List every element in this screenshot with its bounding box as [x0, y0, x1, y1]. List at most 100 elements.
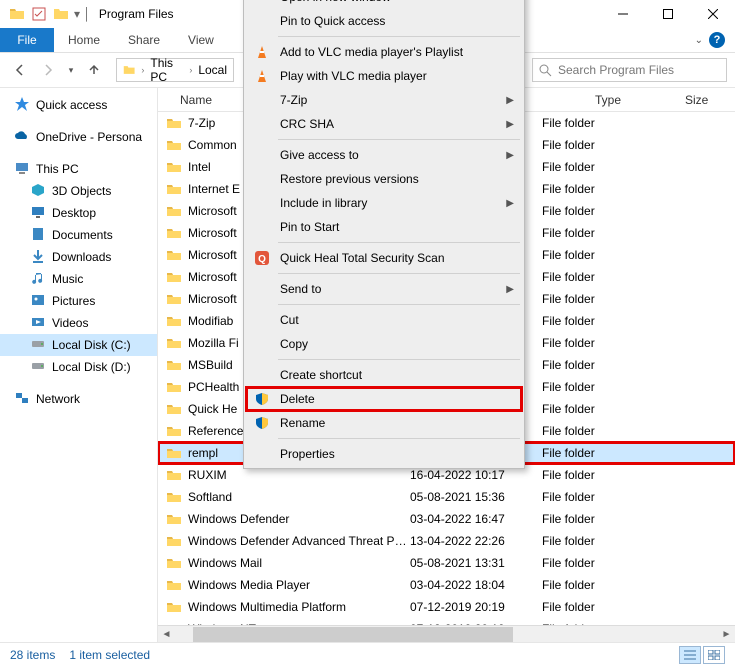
ctx-pin-to-quick-access[interactable]: Pin to Quick access	[246, 9, 522, 33]
sidebar-item-this-pc[interactable]: This PC	[0, 158, 157, 180]
breadcrumb-local[interactable]: Local	[198, 63, 227, 77]
ctx-open-in-new-window[interactable]: Open in new window	[246, 0, 522, 9]
table-row[interactable]: Windows Mail05-08-2021 13:31File folder	[158, 552, 735, 574]
sidebar-item-videos[interactable]: Videos	[0, 312, 157, 334]
close-button[interactable]	[690, 0, 735, 28]
details-view-button[interactable]	[679, 646, 701, 664]
maximize-button[interactable]	[645, 0, 690, 28]
file-type: File folder	[542, 424, 642, 438]
minimize-button[interactable]	[600, 0, 645, 28]
sidebar-item-downloads[interactable]: Downloads	[0, 246, 157, 268]
folder-icon	[166, 445, 182, 461]
sidebar-item-onedrive-persona[interactable]: OneDrive - Persona	[0, 126, 157, 148]
scrollbar-thumb[interactable]	[193, 627, 513, 642]
table-row[interactable]: Windows Defender Advanced Threat Prot...…	[158, 530, 735, 552]
search-input[interactable]: Search Program Files	[532, 58, 727, 82]
ctx-copy[interactable]: Copy	[246, 332, 522, 356]
breadcrumb-pc[interactable]: This PC	[150, 56, 183, 84]
ctx-give-access-to[interactable]: Give access to▶	[246, 143, 522, 167]
address-bar[interactable]: › This PC › Local	[116, 58, 234, 82]
table-row[interactable]: Windows Media Player03-04-2022 18:04File…	[158, 574, 735, 596]
back-button[interactable]	[8, 58, 32, 82]
table-row[interactable]: Windows Defender03-04-2022 16:47File fol…	[158, 508, 735, 530]
file-type: File folder	[542, 182, 642, 196]
folder-icon	[166, 137, 182, 153]
ctx-pin-to-start[interactable]: Pin to Start	[246, 215, 522, 239]
sidebar-item-local-disk-c-[interactable]: Local Disk (C:)	[0, 334, 157, 356]
table-row[interactable]: Softland05-08-2021 15:36File folder	[158, 486, 735, 508]
sidebar-item-music[interactable]: Music	[0, 268, 157, 290]
disk-icon	[30, 358, 46, 377]
ctx-label: 7-Zip	[280, 93, 307, 107]
folder-icon	[166, 203, 182, 219]
sidebar-item-quick-access[interactable]: Quick access	[0, 94, 157, 116]
ctx-delete[interactable]: Delete	[246, 387, 522, 411]
file-tab[interactable]: File	[0, 28, 54, 52]
ctx-send-to[interactable]: Send to▶	[246, 277, 522, 301]
ctx-label: Create shortcut	[280, 368, 362, 382]
folder-icon	[166, 313, 182, 329]
ctx-restore-previous-versions[interactable]: Restore previous versions	[246, 167, 522, 191]
status-selection: 1 item selected	[69, 648, 150, 662]
folder-icon	[166, 335, 182, 351]
doc-icon	[30, 226, 46, 245]
file-type: File folder	[542, 226, 642, 240]
sidebar-item-documents[interactable]: Documents	[0, 224, 157, 246]
qat-properties-icon[interactable]	[30, 5, 48, 23]
ctx-label: CRC SHA	[280, 117, 334, 131]
ctx-label: Copy	[280, 337, 308, 351]
ctx-add-to-vlc-media-player-s-playlist[interactable]: Add to VLC media player's Playlist	[246, 40, 522, 64]
tab-view[interactable]: View	[174, 28, 228, 52]
table-row[interactable]: Windows Multimedia Platform07-12-2019 20…	[158, 596, 735, 618]
ribbon-expand-icon[interactable]: ⌄	[695, 35, 703, 46]
sidebar-item-label: Quick access	[36, 98, 107, 112]
ctx-properties[interactable]: Properties	[246, 442, 522, 466]
recent-button[interactable]: ▾	[64, 58, 78, 82]
sidebar-item-label: Music	[52, 272, 83, 286]
sidebar-item-label: Downloads	[52, 250, 111, 264]
ctx-label: Play with VLC media player	[280, 69, 427, 83]
ctx-quick-heal-total-security-scan[interactable]: QQuick Heal Total Security Scan	[246, 246, 522, 270]
sidebar-item-network[interactable]: Network	[0, 388, 157, 410]
col-size[interactable]: Size	[685, 93, 735, 107]
sidebar-item-local-disk-d-[interactable]: Local Disk (D:)	[0, 356, 157, 378]
up-button[interactable]	[82, 58, 106, 82]
help-icon[interactable]: ?	[709, 32, 725, 48]
shield-icon	[254, 415, 270, 431]
ctx-label: Pin to Start	[280, 220, 339, 234]
file-date: 16-04-2022 10:17	[410, 468, 542, 482]
file-type: File folder	[542, 600, 642, 614]
forward-button[interactable]	[36, 58, 60, 82]
cube-icon	[30, 182, 46, 201]
chevron-right-icon: ▶	[506, 119, 514, 130]
ctx-rename[interactable]: Rename	[246, 411, 522, 435]
sidebar-item-desktop[interactable]: Desktop	[0, 202, 157, 224]
ctx-create-shortcut[interactable]: Create shortcut	[246, 363, 522, 387]
sidebar-item-label: Documents	[52, 228, 113, 242]
music-icon	[30, 270, 46, 289]
file-name: Softland	[188, 490, 410, 504]
ctx-play-with-vlc-media-player[interactable]: Play with VLC media player	[246, 64, 522, 88]
ctx-crc-sha[interactable]: CRC SHA ▶	[246, 112, 522, 136]
horizontal-scrollbar[interactable]: ◄ ►	[158, 625, 735, 642]
file-name: Windows Defender Advanced Threat Prot...	[188, 534, 410, 548]
tab-home[interactable]: Home	[54, 28, 114, 52]
folder-icon	[166, 115, 182, 131]
folder-icon	[166, 577, 182, 593]
folder-icon	[166, 291, 182, 307]
file-name: Windows Defender	[188, 512, 410, 526]
ctx-7-zip[interactable]: 7-Zip▶	[246, 88, 522, 112]
folder-icon	[166, 247, 182, 263]
folder-icon	[166, 225, 182, 241]
tab-share[interactable]: Share	[114, 28, 174, 52]
file-type: File folder	[542, 314, 642, 328]
ctx-cut[interactable]: Cut	[246, 308, 522, 332]
qh-icon: Q	[254, 250, 270, 266]
chevron-right-icon: ▶	[506, 198, 514, 209]
sidebar-item-pictures[interactable]: Pictures	[0, 290, 157, 312]
col-type[interactable]: Type	[595, 93, 685, 107]
context-menu: Open in new windowPin to Quick access Add…	[243, 0, 525, 469]
ctx-include-in-library[interactable]: Include in library▶	[246, 191, 522, 215]
sidebar-item-3d-objects[interactable]: 3D Objects	[0, 180, 157, 202]
thumbnails-view-button[interactable]	[703, 646, 725, 664]
